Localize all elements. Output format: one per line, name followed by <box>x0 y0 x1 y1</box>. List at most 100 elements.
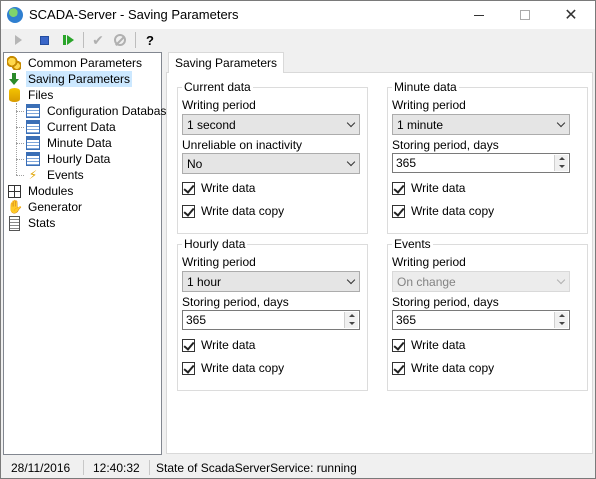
tree-connector <box>16 103 17 175</box>
spin-buttons <box>344 312 358 328</box>
tree-connector <box>16 111 24 112</box>
modules-icon <box>7 184 21 198</box>
tab-saving-parameters[interactable]: Saving Parameters <box>168 52 285 73</box>
spin-up-icon[interactable] <box>345 312 358 320</box>
hourly-writing-period-select[interactable]: 1 hour <box>182 271 360 292</box>
writing-period-label: Writing period <box>392 98 466 112</box>
status-time: 12:40:32 <box>93 461 140 475</box>
minute-write-data-copy-checkbox[interactable]: Write data copy <box>392 204 494 218</box>
tree-item-generator[interactable]: ✋ Generator <box>7 199 84 215</box>
spin-up-icon[interactable] <box>555 155 568 163</box>
group-title: Events <box>392 237 433 251</box>
table-icon <box>26 104 40 118</box>
cancel-button[interactable] <box>111 31 129 49</box>
chevron-down-icon <box>556 275 566 285</box>
checkmark-icon <box>182 361 195 375</box>
title-bar: SCADA-Server - Saving Parameters ✕ <box>1 1 595 29</box>
spin-down-icon[interactable] <box>345 320 358 328</box>
checkmark-icon <box>392 338 405 352</box>
close-button[interactable]: ✕ <box>548 1 594 29</box>
table-icon <box>26 136 40 150</box>
current-write-data-copy-checkbox[interactable]: Write data copy <box>182 204 284 218</box>
tree-item-label: Common Parameters <box>28 56 143 70</box>
minimize-button[interactable] <box>456 1 502 29</box>
restart-service-button[interactable] <box>59 31 77 49</box>
events-storing-period-input[interactable]: 365 <box>392 310 570 330</box>
tree-item-events[interactable]: ⚡ Events <box>26 167 86 183</box>
help-button[interactable]: ? <box>141 31 159 49</box>
unreliable-on-inactivity-select[interactable]: No <box>182 153 360 174</box>
storing-period-label: Storing period, days <box>182 295 289 309</box>
minute-storing-period-input[interactable]: 365 <box>392 153 570 173</box>
tree-connector <box>16 175 24 176</box>
toolbar-separator <box>83 32 84 48</box>
spin-value: 365 <box>186 313 207 327</box>
start-service-button[interactable] <box>9 31 27 49</box>
tab-control: Saving Parameters Current data Writing p… <box>164 52 595 455</box>
chevron-down-icon <box>346 118 356 128</box>
help-icon: ? <box>146 32 154 48</box>
gears-icon <box>7 56 21 70</box>
tree-item-hourly-data[interactable]: Hourly Data <box>26 151 112 167</box>
tree-item-configuration-database[interactable]: Configuration Database <box>26 103 175 119</box>
table-icon <box>26 152 40 166</box>
select-value: 1 minute <box>397 118 444 132</box>
group-title: Minute data <box>392 80 459 94</box>
apply-button[interactable]: ✔ <box>89 31 107 49</box>
group-title: Hourly data <box>182 237 248 251</box>
down-arrow-icon <box>7 72 21 86</box>
group-title: Current data <box>182 80 253 94</box>
group-current-data: Current data Writing period 1 second Unr… <box>177 80 368 234</box>
select-value: On change <box>397 275 456 289</box>
tree-item-label: Minute Data <box>47 136 112 150</box>
minute-writing-period-select[interactable]: 1 minute <box>392 114 570 135</box>
check-icon: ✔ <box>92 31 104 48</box>
tree-item-modules[interactable]: Modules <box>7 183 75 199</box>
maximize-button[interactable] <box>502 1 548 29</box>
checkmark-icon <box>392 204 405 218</box>
storing-period-label: Storing period, days <box>392 138 499 152</box>
play-icon <box>14 35 22 45</box>
checkmark-icon <box>182 204 195 218</box>
tree-item-minute-data[interactable]: Minute Data <box>26 135 114 151</box>
restart-icon <box>62 35 74 45</box>
checkmark-icon <box>182 338 195 352</box>
checkbox-label: Write data copy <box>201 204 285 218</box>
events-write-data-copy-checkbox[interactable]: Write data copy <box>392 361 494 375</box>
tab-page: Current data Writing period 1 second Unr… <box>166 72 593 454</box>
checkbox-label: Write data copy <box>411 204 495 218</box>
tree-connector <box>16 159 24 160</box>
current-write-data-checkbox[interactable]: Write data <box>182 181 255 195</box>
current-writing-period-select[interactable]: 1 second <box>182 114 360 135</box>
tree-item-label: Modules <box>28 184 74 198</box>
events-write-data-checkbox[interactable]: Write data <box>392 338 465 352</box>
tree-item-label: Generator <box>28 200 83 214</box>
navigation-tree[interactable]: Common Parameters Saving Parameters File… <box>3 52 173 455</box>
hourly-write-data-checkbox[interactable]: Write data <box>182 338 255 352</box>
status-separator <box>83 460 84 475</box>
spin-up-icon[interactable] <box>555 312 568 320</box>
checkmark-icon <box>182 181 195 195</box>
checkmark-icon <box>392 181 405 195</box>
minimize-icon <box>474 14 484 16</box>
hourly-write-data-copy-checkbox[interactable]: Write data copy <box>182 361 284 375</box>
hourly-storing-period-input[interactable]: 365 <box>182 310 360 330</box>
toolbar: ✔ ? <box>1 29 595 51</box>
status-service-state: State of ScadaServerService: running <box>156 461 357 475</box>
spin-down-icon[interactable] <box>555 320 568 328</box>
tree-item-label: Current Data <box>47 120 116 134</box>
stop-service-button[interactable] <box>35 31 53 49</box>
spin-value: 365 <box>396 313 417 327</box>
minute-write-data-checkbox[interactable]: Write data <box>392 181 465 195</box>
tree-item-current-data[interactable]: Current Data <box>26 119 118 135</box>
tree-item-saving-parameters[interactable]: Saving Parameters <box>7 71 133 87</box>
tree-item-common-parameters[interactable]: Common Parameters <box>7 55 144 71</box>
tree-connector <box>16 127 24 128</box>
tree-item-files[interactable]: Files <box>7 87 55 103</box>
tree-item-stats[interactable]: Stats <box>7 215 57 231</box>
group-hourly-data: Hourly data Writing period 1 hour Storin… <box>177 237 368 391</box>
spin-down-icon[interactable] <box>555 163 568 171</box>
table-icon <box>26 120 40 134</box>
spin-buttons <box>554 155 568 171</box>
window-title: SCADA-Server - Saving Parameters <box>29 7 239 22</box>
